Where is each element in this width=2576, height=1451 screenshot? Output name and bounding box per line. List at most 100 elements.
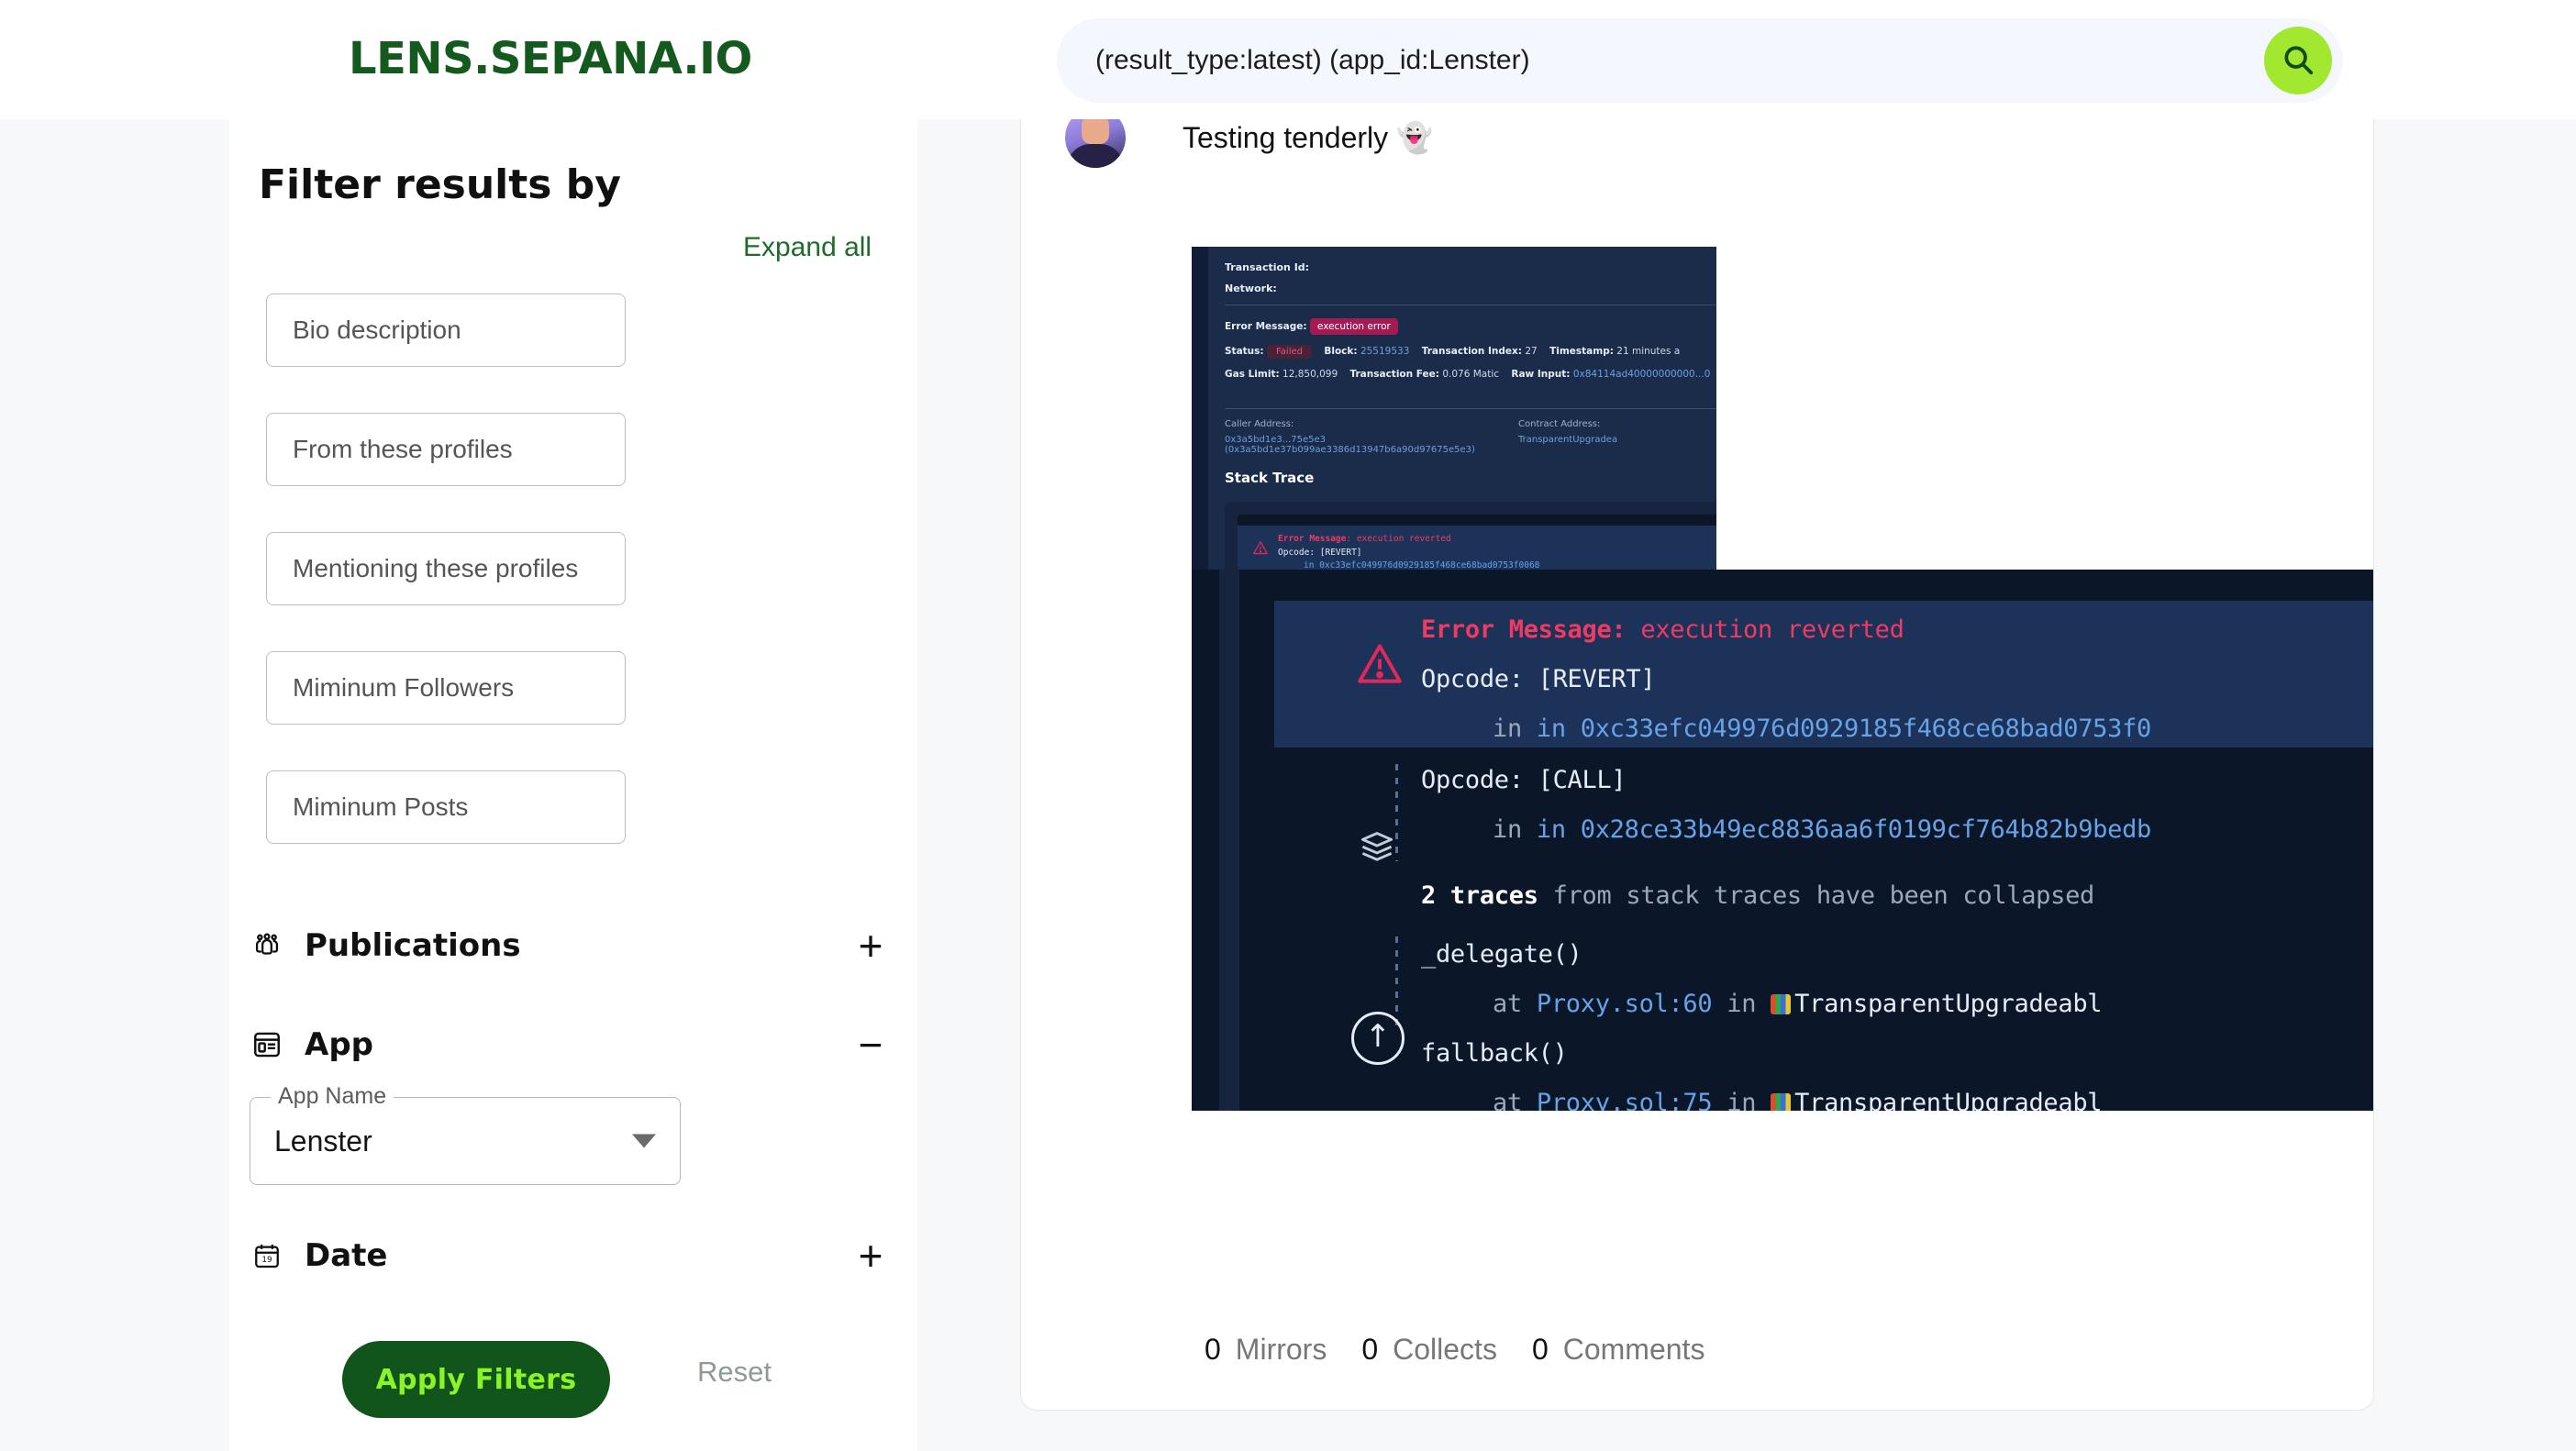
tx-fee-label: Transaction Fee:	[1349, 369, 1439, 380]
contract-address-label: Contract Address:	[1518, 419, 1601, 429]
mentioning-these-profiles-field[interactable]	[266, 532, 626, 605]
zoom-collapsed-count: 2 traces	[1421, 881, 1538, 910]
bio-description-input[interactable]	[293, 316, 599, 345]
contract-address-value[interactable]: TransparentUpgradea	[1518, 435, 1617, 445]
people-group-icon	[250, 928, 284, 963]
reset-button[interactable]: Reset	[697, 1356, 772, 1389]
post-text: Testing tenderly 👻	[1183, 121, 1433, 154]
zoom-delegate-contract: TransparentUpgradeabl	[1794, 990, 2103, 1018]
filter-accordion: Publications + App − App Name Lenster 19…	[250, 917, 892, 1284]
image-rail-inner	[1239, 570, 1274, 1111]
search-icon	[2281, 42, 2315, 80]
app-header: LENS.SEPANA.IO	[0, 0, 2576, 119]
accordion-section-app[interactable]: App −	[250, 1016, 892, 1073]
accordion-label-date: Date	[305, 1237, 388, 1274]
error-message-label: Error Message:	[1225, 321, 1307, 332]
transaction-id-label: Transaction Id:	[1225, 261, 1310, 273]
trace-error-label: Error Message	[1278, 534, 1347, 544]
embedded-stack-trace-zoom-image[interactable]: Error Message: execution reverted Opcode…	[1192, 570, 2373, 1111]
from-these-profiles-input[interactable]	[293, 435, 599, 464]
accordion-section-publications[interactable]: Publications +	[250, 917, 892, 974]
zoom-call-in: in 0x28ce33b49ec8836aa6f0199cf764b82b9be…	[1536, 815, 2152, 844]
caller-address-label: Caller Address:	[1225, 419, 1294, 429]
minimum-followers-field[interactable]	[266, 651, 626, 725]
tx-index-label: Transaction Index:	[1421, 346, 1523, 357]
timestamp-value: 21 minutes a	[1616, 346, 1681, 357]
status-label: Status:	[1225, 346, 1264, 357]
raw-input-label: Raw Input:	[1511, 369, 1571, 380]
mentioning-these-profiles-input[interactable]	[293, 554, 599, 583]
contract-icon	[1771, 1093, 1792, 1111]
brand-logo[interactable]: LENS.SEPANA.IO	[349, 33, 752, 84]
accordion-spacer	[250, 1185, 892, 1227]
mirrors-count: 0	[1205, 1333, 1221, 1366]
error-message-row: Error Message: execution error	[1225, 318, 1716, 335]
gas-row: Gas Limit: 12,850,099 Transaction Fee: 0…	[1225, 369, 1716, 380]
comments-label[interactable]: Comments	[1563, 1333, 1705, 1367]
expand-up-icon[interactable]	[1351, 1012, 1405, 1065]
expand-all-link[interactable]: Expand all	[743, 232, 872, 263]
bio-description-field[interactable]	[266, 294, 626, 367]
zoom-fallback-fn: fallback()	[1421, 1039, 1568, 1068]
error-message-chip: execution error	[1309, 318, 1398, 335]
block-value: 25519533	[1360, 346, 1410, 357]
image-rail-mid	[1219, 570, 1239, 1111]
page-title: Filter results by	[259, 161, 621, 208]
search-input[interactable]	[1057, 45, 2264, 76]
app-name-select[interactable]: App Name Lenster	[250, 1083, 681, 1185]
zoom-fallback-contract: TransparentUpgradeabl	[1794, 1089, 2103, 1111]
layers-icon	[1359, 830, 1401, 867]
zoom-collapsed-rest: from stack traces have been collapsed	[1552, 881, 2095, 910]
comments-count: 0	[1531, 1333, 1549, 1366]
chevron-down-icon[interactable]	[632, 1134, 656, 1148]
trace-error-value: execution reverted	[1356, 534, 1451, 544]
filter-fields-group	[266, 294, 626, 890]
zoom-error-value: execution reverted	[1640, 615, 1904, 644]
caller-address-value[interactable]: 0x3a5bd1e3...75e5e3 (0x3a5bd1e37b099ae33…	[1225, 435, 1518, 455]
zoom-revert-in: in 0xc33efc049976d0929185f468ce68bad0753…	[1536, 714, 2152, 743]
minimum-posts-field[interactable]	[266, 770, 626, 844]
app-name-value: Lenster	[274, 1124, 372, 1157]
warning-icon	[1252, 540, 1269, 559]
apply-filters-button[interactable]: Apply Filters	[342, 1341, 610, 1418]
tx-index-value: 27	[1525, 346, 1538, 357]
zoom-revert-opcode: Opcode: [REVERT]	[1421, 665, 1656, 693]
accordion-spacer	[250, 974, 892, 1016]
status-row: Status: Failed Block: 25519533 Transacti…	[1225, 345, 1716, 359]
timestamp-label: Timestamp:	[1549, 346, 1614, 357]
gas-limit-label: Gas Limit:	[1225, 369, 1280, 380]
app-name-label: App Name	[271, 1083, 394, 1110]
collects-label[interactable]: Collects	[1393, 1333, 1497, 1367]
accordion-toggle-date[interactable]: +	[849, 1235, 892, 1277]
accordion-toggle-app[interactable]: −	[849, 1024, 892, 1066]
tx-fee-value: 0.076 Matic	[1442, 369, 1500, 380]
divider	[1225, 408, 1716, 409]
search-button[interactable]	[2264, 27, 2332, 94]
accordion-label-app: App	[305, 1026, 373, 1063]
zoom-call-opcode: Opcode: [CALL]	[1421, 766, 1627, 794]
status-badge: Failed	[1266, 345, 1312, 359]
app-window-icon	[250, 1027, 284, 1062]
raw-input-value: 0x84114ad40000000000...0	[1572, 369, 1711, 380]
mirrors-label[interactable]: Mirrors	[1236, 1333, 1327, 1367]
contract-icon	[1771, 994, 1792, 1014]
accordion-toggle-publications[interactable]: +	[849, 925, 892, 967]
accordion-label-publications: Publications	[305, 927, 521, 964]
post-stats: 0 Mirrors 0 Collects 0 Comments	[1205, 1333, 1725, 1367]
trace-revert-opcode: Opcode: [REVERT]	[1278, 547, 1362, 558]
zoom-text-block: Error Message: execution reverted Opcode…	[1274, 570, 2373, 1111]
warning-icon	[1355, 641, 1405, 685]
image-rail-outer	[1192, 570, 1219, 1111]
accordion-body-app: App Name Lenster	[250, 1073, 892, 1185]
accordion-section-date[interactable]: 19 Date +	[250, 1227, 892, 1284]
zoom-delegate-fn: _delegate()	[1421, 940, 1582, 969]
zoom-error-label: Error Message:	[1421, 615, 1627, 644]
block-label: Block:	[1324, 346, 1358, 357]
zoom-content: Error Message: execution reverted Opcode…	[1274, 570, 2373, 1111]
minimum-followers-input[interactable]	[293, 673, 599, 703]
search-bar[interactable]	[1057, 18, 2343, 103]
gas-limit-value: 12,850,099	[1282, 369, 1338, 380]
collects-count: 0	[1361, 1333, 1379, 1366]
from-these-profiles-field[interactable]	[266, 413, 626, 486]
minimum-posts-input[interactable]	[293, 792, 599, 822]
